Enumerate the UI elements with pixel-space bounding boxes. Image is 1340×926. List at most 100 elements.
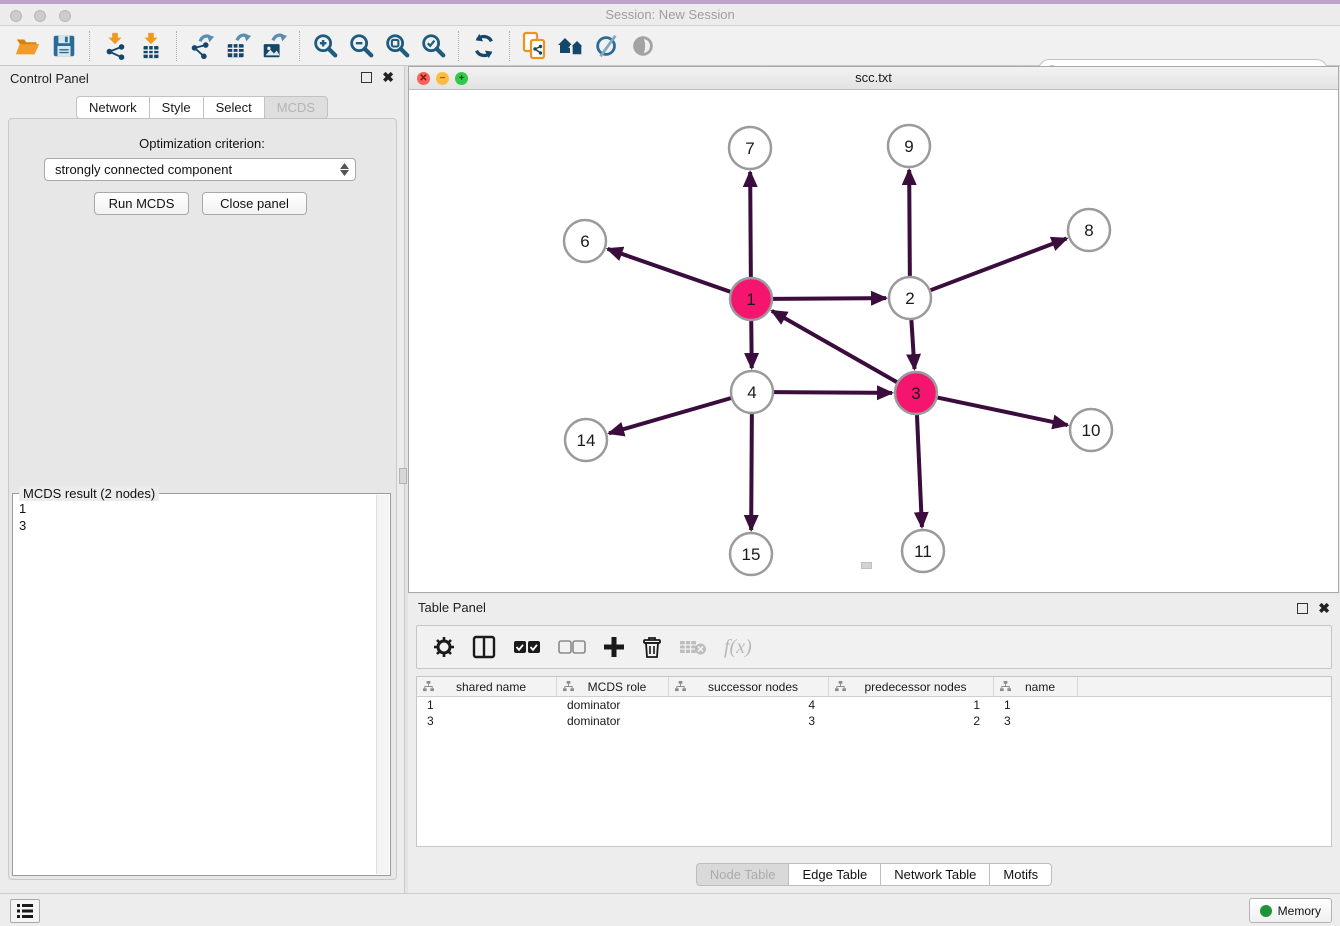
column-header-successor-nodes[interactable]: successor nodes [669,677,829,696]
zoom-out-icon[interactable] [343,30,379,62]
edge-4-14[interactable] [609,398,731,433]
canvas-resize-handle[interactable] [861,562,872,569]
close-panel-icon[interactable]: ✖ [382,72,394,83]
network-graph[interactable]: 7968124314101511 [409,90,1338,592]
table-tab-network-table[interactable]: Network Table [880,863,989,886]
toolbar-separator [89,31,90,61]
float-panel-icon[interactable] [1297,603,1308,614]
cell-MCDS-role[interactable]: dominator [557,713,669,729]
window-title: Session: New Session [0,7,1340,22]
node-label-10: 10 [1082,421,1101,440]
table-tab-motifs[interactable]: Motifs [989,863,1052,886]
edge-4-15[interactable] [751,414,752,530]
node-label-14: 14 [577,431,596,450]
edge-3-10[interactable] [938,398,1068,425]
split-columns-icon[interactable] [472,635,496,659]
delete-row-icon[interactable] [642,635,662,659]
cell-shared-name[interactable]: 1 [417,697,557,713]
edge-3-11[interactable] [917,415,922,527]
node-label-1: 1 [746,290,755,309]
panel-divider-handle[interactable] [399,468,407,484]
cell-successor-nodes[interactable]: 4 [669,697,829,713]
column-header-shared-name[interactable]: shared name [417,677,557,696]
control-tab-select[interactable]: Select [203,96,264,119]
control-tab-network[interactable]: Network [76,96,149,119]
mcds-result-text[interactable]: 1 3 [13,496,375,874]
edge-2-9[interactable] [909,170,910,276]
task-history-button[interactable] [10,899,40,923]
cell-MCDS-role[interactable]: dominator [557,697,669,713]
table-panel-tabs: Node TableEdge TableNetwork TableMotifs [408,863,1340,886]
node-label-9: 9 [904,137,913,156]
network-window-titlebar: ✕ − + scc.txt [409,67,1338,90]
cell-successor-nodes[interactable]: 3 [669,713,829,729]
edge-4-3[interactable] [774,392,892,393]
cell-shared-name[interactable]: 3 [417,713,557,729]
export-network-icon[interactable] [184,30,220,62]
zoom-fit-icon[interactable] [379,30,415,62]
memory-button[interactable]: Memory [1249,898,1332,923]
refresh-layout-icon[interactable] [466,30,502,62]
main-toolbar [0,26,1340,66]
result-scrollbar[interactable] [376,495,389,874]
save-session-icon[interactable] [46,30,82,62]
toolbar-separator [509,31,510,61]
edge-1-6[interactable] [608,249,731,292]
table-tab-edge-table[interactable]: Edge Table [788,863,880,886]
network-view-window: ✕ − + scc.txt 7968124314101511 [408,66,1339,593]
float-panel-icon[interactable] [361,72,372,83]
node-table[interactable]: shared nameMCDS rolesuccessor nodesprede… [416,676,1332,847]
criterion-dropdown-value: strongly connected component [55,162,232,177]
select-all-icon[interactable] [513,640,541,654]
control-tab-style[interactable]: Style [149,96,203,119]
column-header-name[interactable]: name [994,677,1078,696]
zoom-selected-icon[interactable] [415,30,451,62]
edge-2-8[interactable] [931,239,1067,291]
edge-1-2[interactable] [773,298,886,299]
application-window: Session: New Session [0,0,1340,926]
column-header-MCDS-role[interactable]: MCDS role [557,677,669,696]
table-panel: Table Panel ✖ [408,595,1340,893]
edge-3-1[interactable] [772,311,897,382]
duplicate-network-icon[interactable] [517,30,553,62]
close-panel-button[interactable]: Close panel [202,192,307,215]
export-image-icon[interactable] [256,30,292,62]
run-mcds-button[interactable]: Run MCDS [94,192,189,215]
zoom-in-icon[interactable] [307,30,343,62]
network-maximize-button[interactable]: + [455,72,468,85]
network-close-button[interactable]: ✕ [417,72,430,85]
table-tab-node-table[interactable]: Node Table [696,863,789,886]
edge-1-7[interactable] [750,172,751,277]
cell-name[interactable]: 3 [994,713,1078,729]
cell-predecessor-nodes[interactable]: 2 [829,713,994,729]
edge-2-3[interactable] [911,320,914,369]
network-canvas[interactable]: 7968124314101511 [409,90,1338,592]
export-table-icon[interactable] [220,30,256,62]
close-panel-icon[interactable]: ✖ [1318,603,1330,614]
criterion-dropdown[interactable]: strongly connected component [44,158,356,181]
cell-predecessor-nodes[interactable]: 1 [829,697,994,713]
status-bar: Memory [0,893,1340,926]
add-row-icon[interactable] [603,636,625,658]
node-label-3: 3 [911,384,920,403]
function-builder-icon: f(x) [724,636,752,659]
node-label-15: 15 [742,545,761,564]
network-minimize-button[interactable]: − [436,72,449,85]
memory-status-icon [1260,905,1272,917]
titlebar: Session: New Session [0,0,1340,26]
gray-eye-icon [625,30,661,62]
open-session-icon[interactable] [10,30,46,62]
column-header-predecessor-nodes[interactable]: predecessor nodes [829,677,994,696]
cell-name[interactable]: 1 [994,697,1078,713]
deselect-all-icon[interactable] [558,640,586,654]
houses-icon[interactable] [553,30,589,62]
table-row[interactable]: 3dominator323 [417,713,1331,729]
import-table-icon[interactable] [133,30,169,62]
settings-gear-icon[interactable] [433,636,455,658]
control-tab-mcds[interactable]: MCDS [264,96,328,119]
edge-1-4[interactable] [751,321,752,368]
control-panel-header: Control Panel ✖ [0,66,404,92]
table-row[interactable]: 1dominator411 [417,697,1331,713]
slashed-eye-icon[interactable] [589,30,625,62]
import-network-icon[interactable] [97,30,133,62]
